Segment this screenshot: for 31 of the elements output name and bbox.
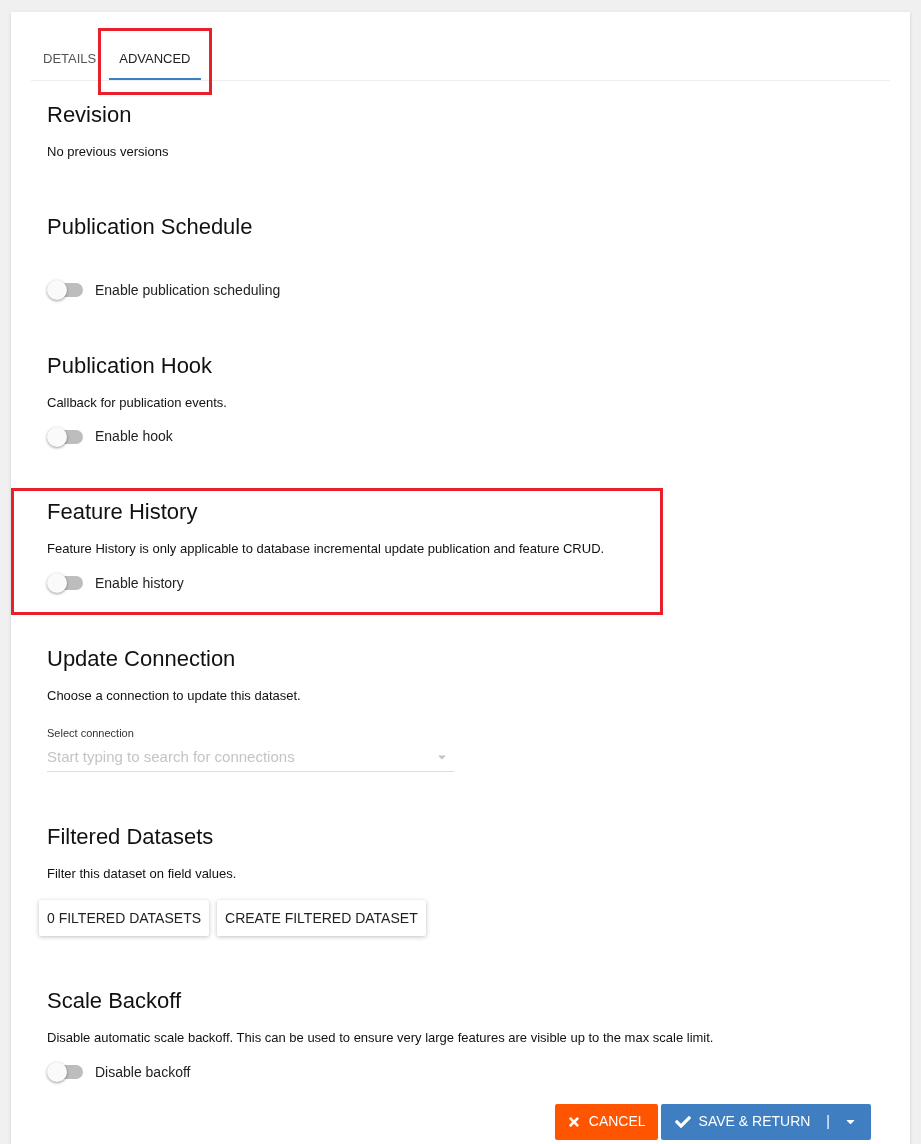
button-label: SAVE & RETURN: [698, 1112, 811, 1131]
section-title: Publication Schedule: [47, 212, 254, 241]
section-title: Revision: [47, 101, 133, 129]
section-title: Feature History: [47, 498, 199, 526]
section-description: Callback for publication events.: [47, 393, 228, 412]
toggle-label: Enable publication scheduling: [95, 280, 281, 300]
toggle-switch[interactable]: [47, 1062, 85, 1082]
section-description: Choose a connection to update this dataset.: [47, 686, 302, 705]
section-title: Update Connection: [47, 644, 237, 673]
check-icon: [674, 1113, 691, 1130]
section-description: Disable automatic scale backoff. This can be used to ensure very large features are visible up to the max scale limit.: [47, 1029, 715, 1047]
close-icon: [566, 1114, 581, 1129]
action-button[interactable]: CREATE FILTERED DATASET: [217, 900, 426, 936]
section-title: Scale Backoff: [47, 987, 183, 1015]
toggle-switch[interactable]: [47, 573, 85, 593]
section-description: Filter this dataset on field values.: [47, 864, 238, 883]
field-label: Select connection: [47, 726, 135, 741]
separator: |: [826, 1112, 830, 1131]
section-title: Publication Hook: [47, 351, 214, 380]
section-title: Filtered Datasets: [47, 822, 215, 851]
toggle-label: Enable history: [95, 573, 184, 593]
toggle-label: Enable hook: [95, 427, 173, 446]
section-description: Feature History is only applicable to database incremental update publication and feature CRUD.: [47, 540, 606, 558]
toggle-label: Disable backoff: [95, 1062, 191, 1082]
toggle-switch[interactable]: [47, 280, 85, 300]
save-return-button[interactable]: SAVE & RETURN |: [660, 1103, 871, 1140]
section-description: No previous versions: [47, 143, 170, 161]
connection-select[interactable]: Start typing to search for connections: [47, 741, 454, 772]
toggle-switch[interactable]: [47, 426, 85, 447]
action-button[interactable]: 0 FILTERED DATASETS: [39, 900, 210, 936]
tab[interactable]: DETAILS: [31, 40, 99, 80]
